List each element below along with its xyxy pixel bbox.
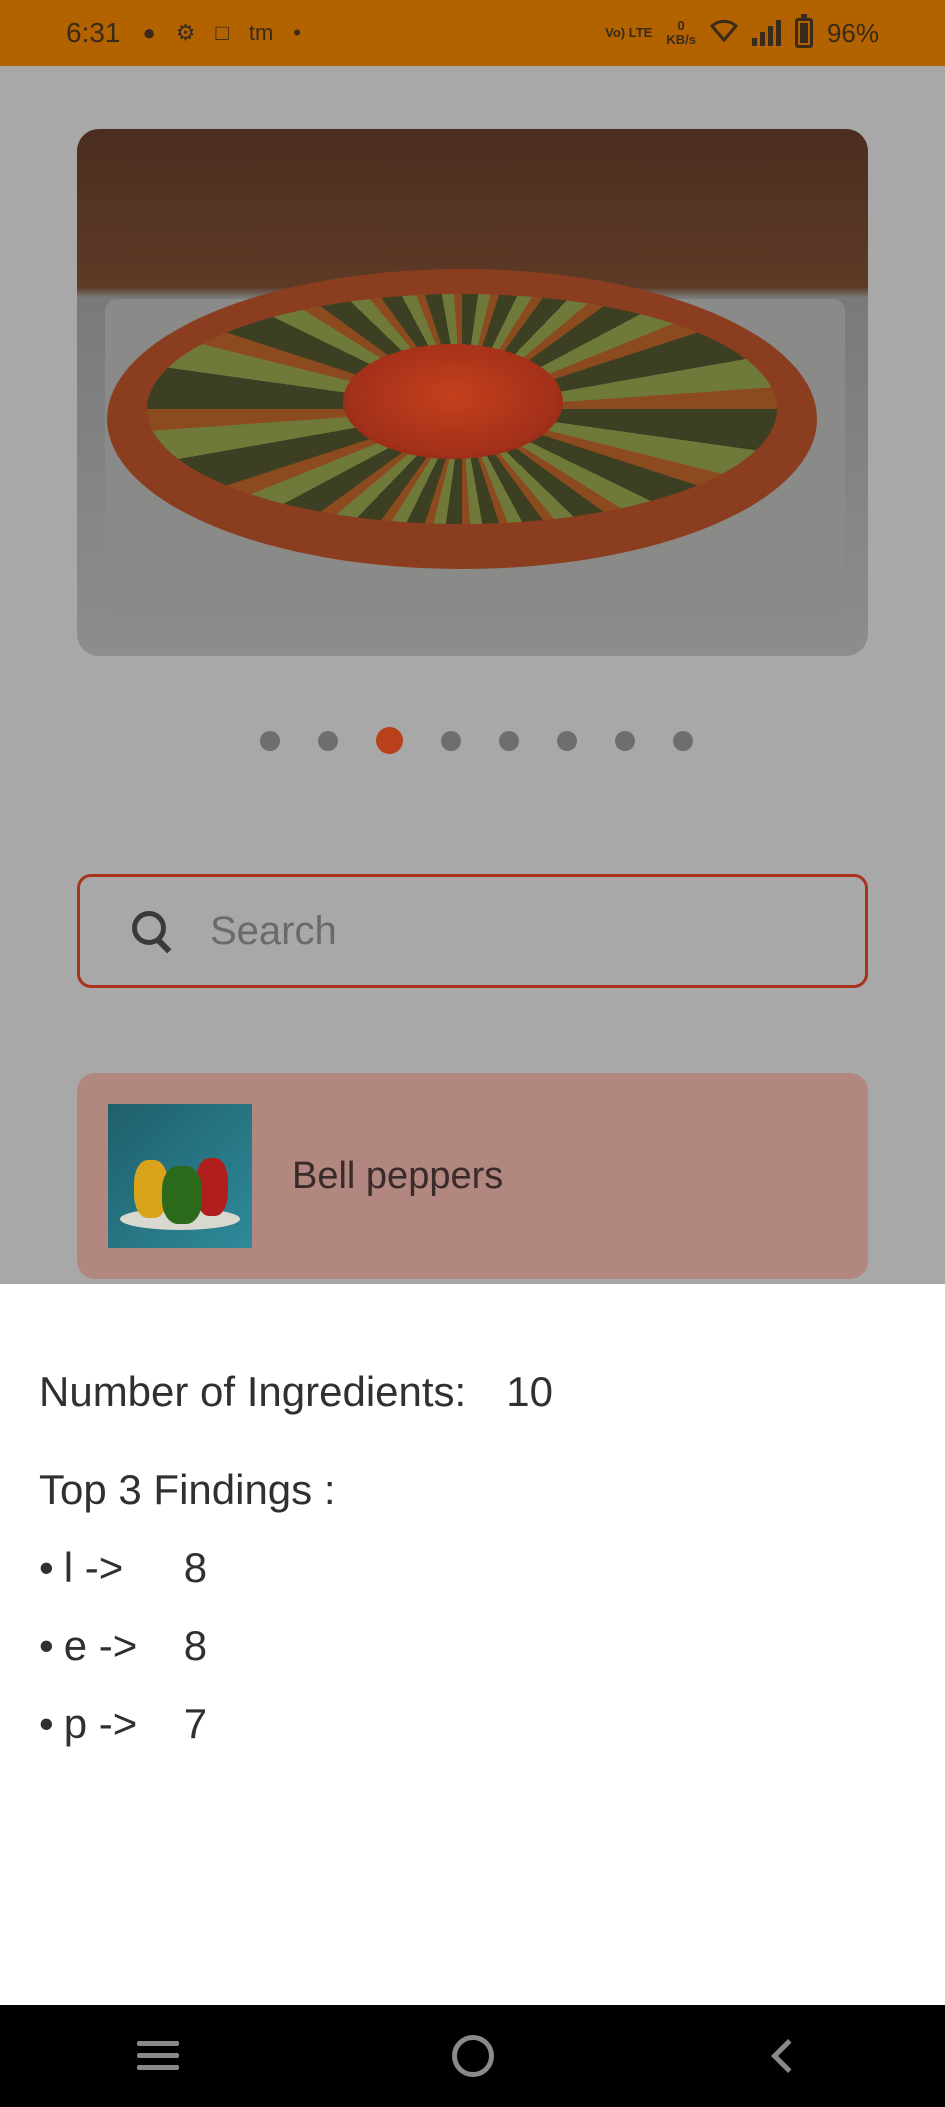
back-icon	[770, 2039, 805, 2073]
volte-icon: Vo) LTE	[605, 25, 653, 40]
carousel-dot[interactable]	[557, 730, 577, 751]
ingredient-thumbnail	[108, 1104, 252, 1248]
signal-icon	[751, 20, 781, 46]
green-pepper-shape	[162, 1166, 202, 1224]
settings-icon: ⚙	[175, 20, 196, 45]
bullet: •	[39, 1622, 54, 1669]
search-input[interactable]	[210, 908, 810, 954]
tm-icon: tm	[248, 20, 274, 45]
recent-apps-button[interactable]	[118, 2026, 198, 2086]
wifi-icon	[709, 18, 739, 49]
ingredient-name: Bell peppers	[292, 1154, 504, 1197]
status-bar: 6:31 ● ⚙ □ tm • Vo) LTE 0 KB/s 96%	[0, 0, 945, 66]
net-speed: 0 KB/s	[666, 19, 696, 47]
ingredient-count-value: 10	[506, 1368, 553, 1415]
finding-count: 7	[183, 1700, 208, 1747]
findings-title: Top 3 Findings :	[39, 1466, 336, 1513]
battery-icon	[794, 14, 813, 48]
search-icon	[130, 909, 174, 953]
ingredient-card[interactable]: Bell peppers	[77, 1073, 868, 1279]
bullet: •	[39, 1544, 54, 1591]
home-icon	[451, 2035, 494, 2077]
home-button[interactable]	[433, 2026, 513, 2086]
menu-icon	[136, 2041, 179, 2071]
battery-percent: 96%	[826, 17, 879, 48]
app-icon: □	[215, 20, 229, 45]
status-right: Vo) LTE 0 KB/s 96%	[605, 14, 879, 49]
carousel-dot[interactable]	[615, 730, 635, 751]
finding-item: • e -> 8	[39, 1622, 945, 1670]
finding-item: • p -> 7	[39, 1700, 945, 1748]
notification-icons: ● ⚙ □ tm •	[143, 20, 301, 46]
navigation-bar	[0, 2005, 945, 2107]
finding-letter: e ->	[63, 1622, 138, 1669]
tomato-shape	[343, 344, 563, 459]
bullet: •	[39, 1700, 54, 1747]
ingredient-count-label: Number of Ingredients:	[39, 1368, 467, 1415]
net-speed-unit: KB/s	[666, 32, 696, 47]
ingredient-count-row: Number of Ingredients: 10	[39, 1368, 945, 1416]
carousel-dot[interactable]	[318, 730, 338, 751]
search-box[interactable]	[77, 874, 868, 988]
net-speed-value: 0	[677, 18, 685, 33]
back-button[interactable]	[748, 2026, 828, 2086]
bottom-sheet: Number of Ingredients: 10 Top 3 Findings…	[0, 1284, 945, 2005]
finding-count: 8	[183, 1544, 208, 1591]
carousel-dot[interactable]	[673, 730, 693, 751]
carousel-indicator[interactable]	[260, 727, 693, 754]
carousel-image[interactable]	[77, 129, 868, 656]
carousel-dot[interactable]	[499, 730, 519, 751]
snapchat-icon: ●	[142, 20, 156, 45]
finding-letter: p ->	[63, 1700, 138, 1747]
more-notifications-icon: •	[293, 20, 301, 45]
finding-letter: l ->	[63, 1544, 124, 1591]
carousel-dot-active[interactable]	[376, 727, 403, 754]
status-time: 6:31	[66, 17, 121, 48]
carousel-dot[interactable]	[441, 730, 461, 751]
carousel-dot[interactable]	[260, 730, 280, 751]
finding-count: 8	[183, 1622, 208, 1669]
finding-item: • l -> 8	[39, 1544, 945, 1592]
